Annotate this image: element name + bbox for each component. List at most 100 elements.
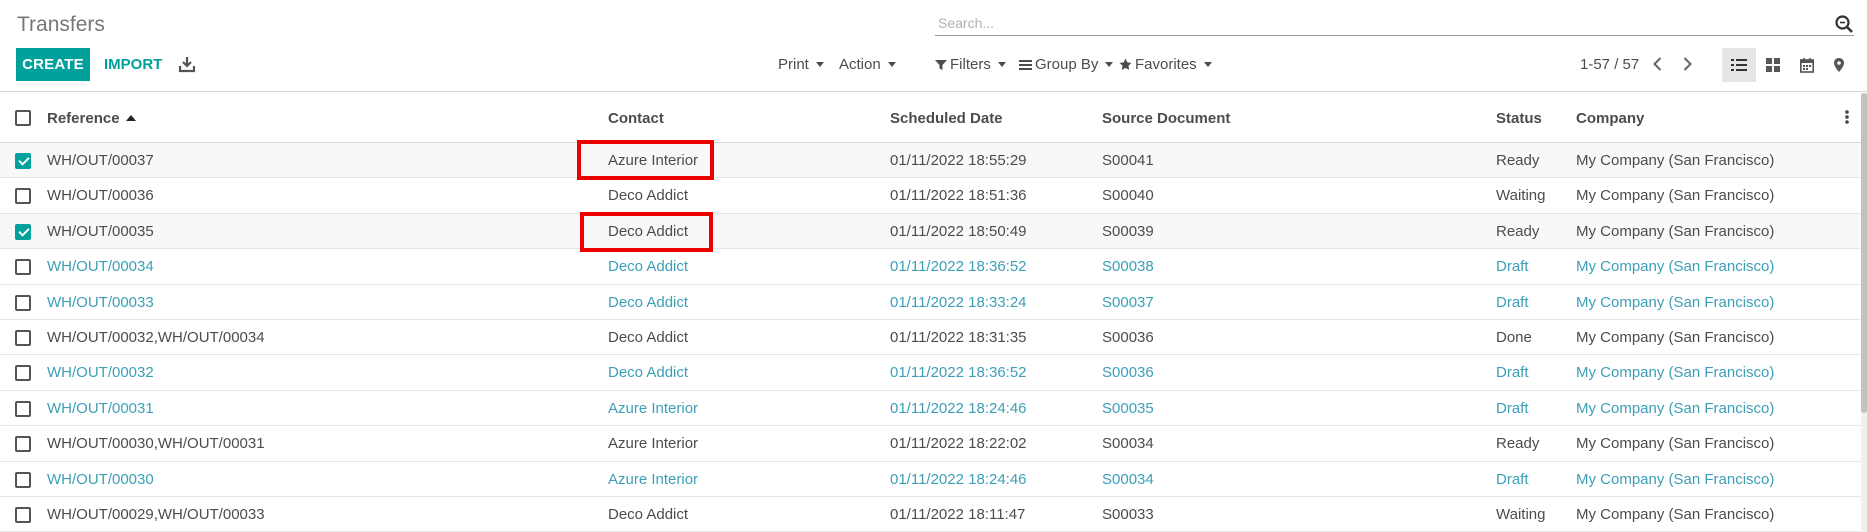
cell-company[interactable]: My Company (San Francisco) bbox=[1576, 506, 1774, 523]
calendar-view-icon[interactable] bbox=[1790, 48, 1824, 82]
cell-company[interactable]: My Company (San Francisco) bbox=[1576, 364, 1774, 381]
map-view-icon[interactable] bbox=[1822, 48, 1856, 82]
cell-company[interactable]: My Company (San Francisco) bbox=[1576, 294, 1774, 311]
cell-company[interactable]: My Company (San Francisco) bbox=[1576, 435, 1774, 452]
column-header-contact[interactable]: Contact bbox=[608, 110, 664, 127]
kebab-icon[interactable] bbox=[1845, 110, 1849, 124]
chevron-left-icon[interactable] bbox=[1650, 56, 1666, 72]
table-row[interactable]: WH/OUT/00030 Azure Interior 01/11/2022 18:… bbox=[0, 462, 1861, 497]
chevron-right-icon[interactable] bbox=[1679, 56, 1695, 72]
cell-reference[interactable]: WH/OUT/00033 bbox=[47, 294, 154, 311]
table-row[interactable]: WH/OUT/00032,WH/OUT/00034 Deco Addict 01/1… bbox=[0, 320, 1861, 356]
cell-contact[interactable]: Azure Interior bbox=[608, 471, 698, 488]
row-checkbox[interactable] bbox=[15, 365, 31, 382]
cell-source-document[interactable]: S00039 bbox=[1102, 223, 1154, 240]
cell-scheduled-date[interactable]: 01/11/2022 18:55:29 bbox=[890, 152, 1027, 169]
cell-contact[interactable]: Azure Interior bbox=[608, 435, 698, 452]
cell-scheduled-date[interactable]: 01/11/2022 18:22:02 bbox=[890, 435, 1027, 452]
cell-scheduled-date[interactable]: 01/11/2022 18:31:35 bbox=[890, 329, 1027, 346]
cell-scheduled-date[interactable]: 01/11/2022 18:36:52 bbox=[890, 364, 1027, 381]
cell-status[interactable]: Draft bbox=[1496, 471, 1529, 488]
cell-source-document[interactable]: S00036 bbox=[1102, 329, 1154, 346]
scrollbar[interactable] bbox=[1861, 93, 1867, 532]
cell-status[interactable]: Waiting bbox=[1496, 187, 1545, 204]
row-checkbox[interactable] bbox=[15, 188, 31, 205]
cell-company[interactable]: My Company (San Francisco) bbox=[1576, 258, 1774, 275]
table-row[interactable]: WH/OUT/00032 Deco Addict 01/11/2022 18:36:… bbox=[0, 355, 1861, 391]
column-header-company[interactable]: Company bbox=[1576, 110, 1644, 127]
cell-contact[interactable]: Deco Addict bbox=[608, 506, 688, 523]
cell-reference[interactable]: WH/OUT/00036 bbox=[47, 187, 154, 204]
cell-reference[interactable]: WH/OUT/00034 bbox=[47, 258, 154, 275]
cell-source-document[interactable]: S00035 bbox=[1102, 400, 1154, 417]
table-row[interactable]: WH/OUT/00030,WH/OUT/00031 Azure Interior 0… bbox=[0, 426, 1861, 462]
cell-reference[interactable]: WH/OUT/00032,WH/OUT/00034 bbox=[47, 329, 265, 346]
row-checkbox[interactable] bbox=[15, 153, 31, 169]
cell-company[interactable]: My Company (San Francisco) bbox=[1576, 400, 1774, 417]
cell-source-document[interactable]: S00033 bbox=[1102, 506, 1154, 523]
cell-contact[interactable]: Deco Addict bbox=[608, 258, 688, 275]
cell-reference[interactable]: WH/OUT/00035 bbox=[47, 223, 154, 240]
cell-contact[interactable]: Deco Addict bbox=[608, 329, 688, 346]
row-checkbox[interactable] bbox=[15, 259, 31, 276]
search-bar[interactable] bbox=[935, 12, 1854, 36]
cell-status[interactable]: Ready bbox=[1496, 435, 1539, 452]
row-checkbox[interactable] bbox=[15, 329, 31, 346]
cell-status[interactable]: Draft bbox=[1496, 258, 1529, 275]
cell-scheduled-date[interactable]: 01/11/2022 18:36:52 bbox=[890, 258, 1027, 275]
row-checkbox[interactable] bbox=[15, 223, 31, 240]
cell-source-document[interactable]: S00036 bbox=[1102, 364, 1154, 381]
cell-company[interactable]: My Company (San Francisco) bbox=[1576, 152, 1774, 169]
cell-company[interactable]: My Company (San Francisco) bbox=[1576, 187, 1774, 204]
action-dropdown[interactable]: Action bbox=[839, 48, 896, 81]
row-checkbox[interactable] bbox=[15, 294, 31, 311]
table-row[interactable]: WH/OUT/00029,WH/OUT/00033 Deco Addict 01/1… bbox=[0, 497, 1861, 532]
cell-scheduled-date[interactable]: 01/11/2022 18:51:36 bbox=[890, 187, 1027, 204]
cell-reference[interactable]: WH/OUT/00029,WH/OUT/00033 bbox=[47, 506, 265, 523]
filters-dropdown[interactable]: Filters bbox=[935, 48, 1006, 81]
cell-scheduled-date[interactable]: 01/11/2022 18:50:49 bbox=[890, 223, 1027, 240]
cell-scheduled-date[interactable]: 01/11/2022 18:11:47 bbox=[890, 506, 1025, 523]
search-input[interactable] bbox=[935, 12, 1815, 34]
row-checkbox[interactable] bbox=[15, 400, 31, 417]
cell-scheduled-date[interactable]: 01/11/2022 18:24:46 bbox=[890, 471, 1027, 488]
cell-reference[interactable]: WH/OUT/00037 bbox=[47, 152, 154, 169]
select-all-checkbox[interactable] bbox=[15, 110, 31, 126]
pager-value[interactable]: 1-57 / 57 bbox=[1580, 48, 1639, 81]
column-header-source-document[interactable]: Source Document bbox=[1102, 110, 1230, 127]
cell-reference[interactable]: WH/OUT/00030,WH/OUT/00031 bbox=[47, 435, 265, 452]
column-header-status[interactable]: Status bbox=[1496, 110, 1542, 127]
cell-source-document[interactable]: S00034 bbox=[1102, 435, 1154, 452]
table-row[interactable]: WH/OUT/00037 Azure Interior 01/11/2022 18:… bbox=[0, 140, 1861, 180]
cell-contact[interactable]: Deco Addict bbox=[608, 187, 688, 204]
cell-reference[interactable]: WH/OUT/00032 bbox=[47, 364, 154, 381]
cell-status[interactable]: Waiting bbox=[1496, 506, 1545, 523]
cell-source-document[interactable]: S00037 bbox=[1102, 294, 1154, 311]
row-checkbox[interactable] bbox=[15, 471, 31, 488]
search-icon[interactable] bbox=[1834, 14, 1854, 34]
cell-reference[interactable]: WH/OUT/00030 bbox=[47, 471, 154, 488]
print-dropdown[interactable]: Print bbox=[778, 48, 824, 81]
table-row[interactable]: WH/OUT/00033 Deco Addict 01/11/2022 18:33:… bbox=[0, 285, 1861, 320]
list-view-icon[interactable] bbox=[1722, 48, 1756, 82]
create-button[interactable]: CREATE bbox=[16, 48, 90, 81]
row-checkbox[interactable] bbox=[15, 436, 31, 453]
cell-source-document[interactable]: S00034 bbox=[1102, 471, 1154, 488]
cell-contact[interactable]: Deco Addict bbox=[608, 364, 688, 381]
cell-reference[interactable]: WH/OUT/00031 bbox=[47, 400, 154, 417]
cell-source-document[interactable]: S00038 bbox=[1102, 258, 1154, 275]
download-icon[interactable] bbox=[178, 55, 196, 73]
table-row[interactable]: WH/OUT/00036 Deco Addict 01/11/2022 18:51:… bbox=[0, 178, 1861, 214]
cell-scheduled-date[interactable]: 01/11/2022 18:33:24 bbox=[890, 294, 1027, 311]
cell-source-document[interactable]: S00040 bbox=[1102, 187, 1154, 204]
cell-company[interactable]: My Company (San Francisco) bbox=[1576, 471, 1774, 488]
cell-source-document[interactable]: S00041 bbox=[1102, 152, 1154, 169]
cell-status[interactable]: Done bbox=[1496, 329, 1532, 346]
cell-contact[interactable]: Deco Addict bbox=[608, 294, 688, 311]
cell-status[interactable]: Ready bbox=[1496, 152, 1539, 169]
table-row[interactable]: WH/OUT/00034 Deco Addict 01/11/2022 18:36:… bbox=[0, 249, 1861, 285]
import-button[interactable]: IMPORT bbox=[100, 48, 166, 81]
table-row[interactable]: WH/OUT/00031 Azure Interior 01/11/2022 18:… bbox=[0, 391, 1861, 427]
cell-status[interactable]: Draft bbox=[1496, 294, 1529, 311]
row-checkbox[interactable] bbox=[15, 506, 31, 523]
